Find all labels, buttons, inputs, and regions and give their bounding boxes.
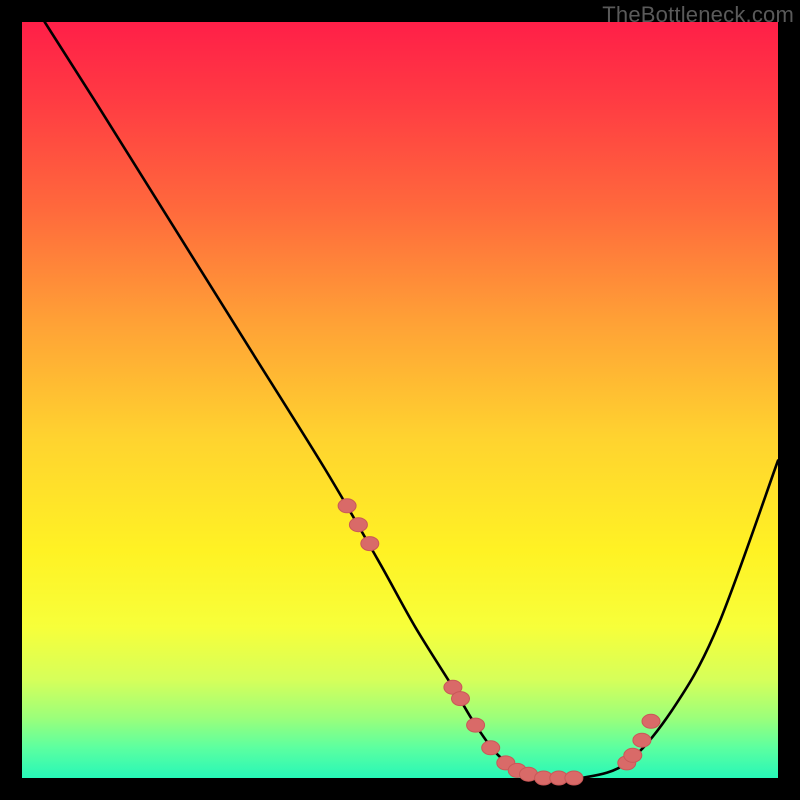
marker-dot xyxy=(482,741,500,755)
marker-dot xyxy=(349,518,367,532)
marker-group xyxy=(338,499,660,785)
marker-dot xyxy=(633,733,651,747)
chart-stage: TheBottleneck.com xyxy=(0,0,800,800)
bottleneck-curve xyxy=(45,22,778,779)
marker-dot xyxy=(361,537,379,551)
marker-dot xyxy=(452,692,470,706)
marker-dot xyxy=(338,499,356,513)
curve-svg xyxy=(22,22,778,778)
marker-dot xyxy=(467,718,485,732)
marker-dot xyxy=(565,771,583,785)
plot-gradient-area xyxy=(22,22,778,778)
marker-dot xyxy=(642,714,660,728)
marker-dot xyxy=(624,748,642,762)
